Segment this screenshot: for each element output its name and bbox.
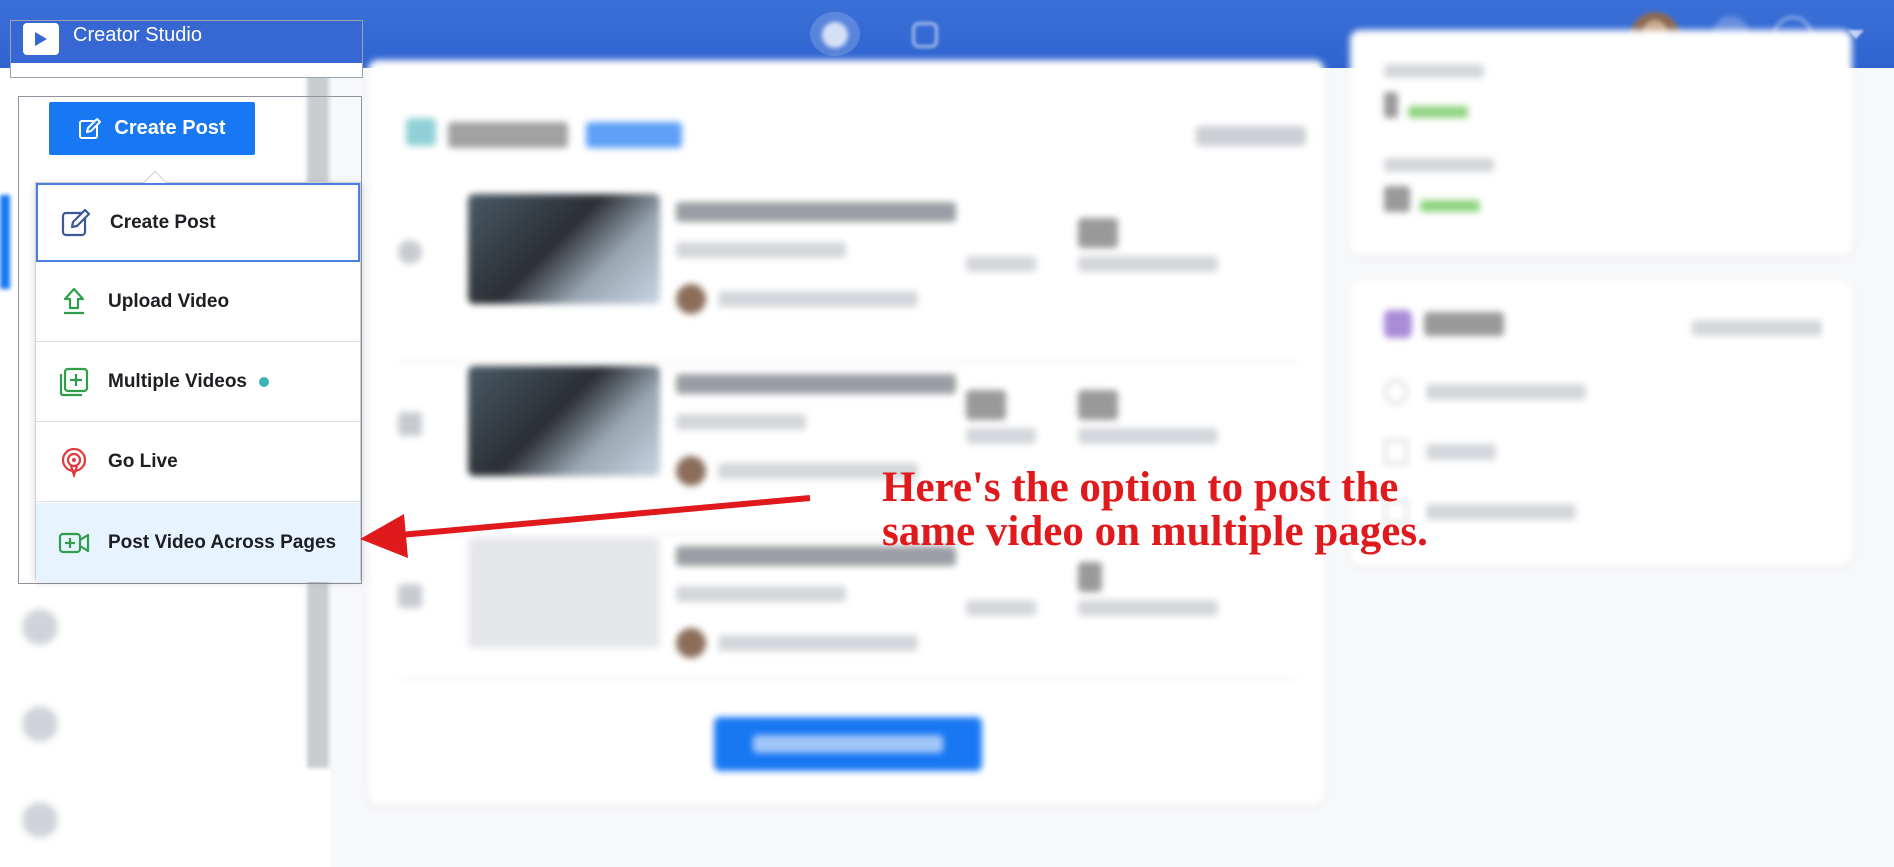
annotation-line-1: Here's the option to post the <box>882 464 1399 511</box>
annotation-line-2: same video on multiple pages. <box>882 508 1428 555</box>
annotation-arrow-icon <box>360 495 811 558</box>
annotation-text: Here's the option to post the same video… <box>882 466 1428 554</box>
